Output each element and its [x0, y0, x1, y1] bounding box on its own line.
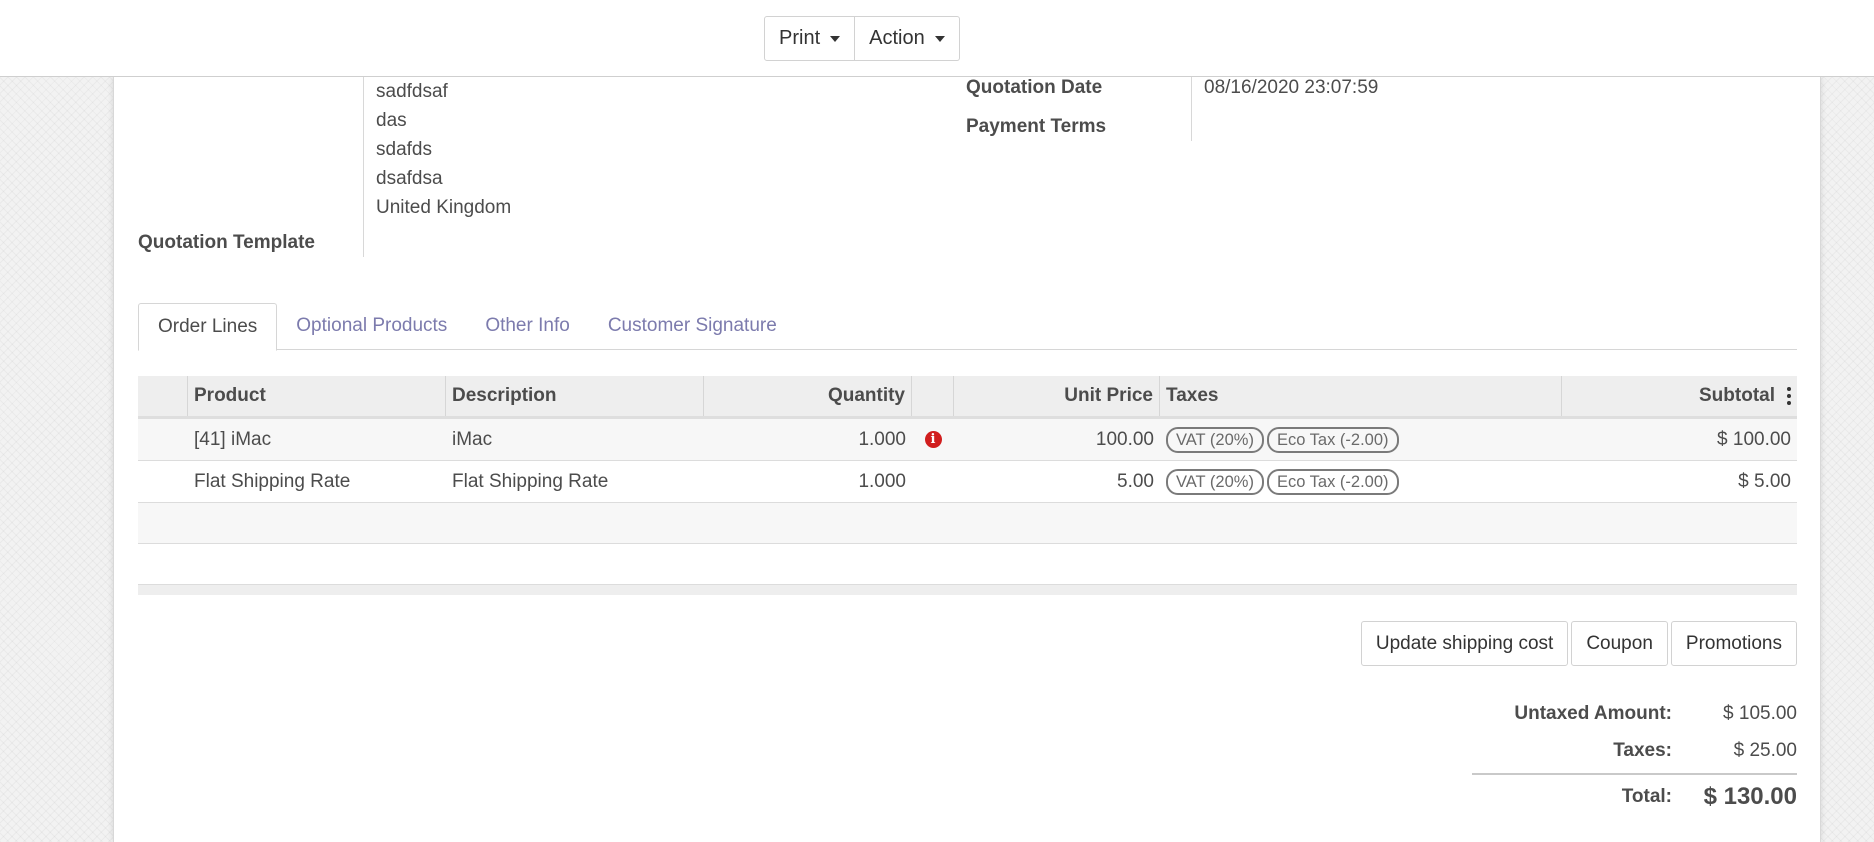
taxes-cell[interactable]: VAT (20%) Eco Tax (-2.00)	[1160, 468, 1562, 495]
empty-row	[138, 503, 1797, 544]
subtotal-cell: $ 100.00	[1717, 428, 1791, 450]
handle-column-header	[138, 376, 188, 416]
order-totals: Untaxed Amount: $ 105.00 Taxes: $ 25.00 …	[1472, 695, 1797, 818]
action-label: Action	[869, 27, 925, 49]
untaxed-amount-value: $ 105.00	[1723, 702, 1797, 724]
tab-other-info[interactable]: Other Info	[466, 303, 589, 351]
subtotal-header-label: Subtotal	[1699, 385, 1775, 406]
address-line: dsafdsa	[376, 168, 443, 189]
coupon-button[interactable]: Coupon	[1571, 621, 1668, 666]
total-value: $ 130.00	[1703, 782, 1797, 810]
subtotal-column-header[interactable]: Subtotal	[1562, 376, 1797, 416]
quotation-template-label: Quotation Template	[138, 232, 315, 253]
taxes-value: $ 25.00	[1733, 739, 1797, 761]
info-warning-icon[interactable]: i	[924, 431, 942, 448]
quantity-column-header[interactable]: Quantity	[704, 376, 912, 416]
form-sheet: sadfdsaf das sdafds dsafdsa United Kingd…	[113, 77, 1821, 842]
tax-tag: VAT (20%)	[1166, 426, 1264, 453]
quantity-cell[interactable]: 1.000	[704, 471, 912, 493]
toolbar-button-group: Print Action	[764, 16, 960, 61]
untaxed-amount-label: Untaxed Amount:	[1514, 702, 1672, 724]
unit-price-cell[interactable]: 5.00	[954, 471, 1160, 493]
tax-tag: Eco Tax (-2.00)	[1266, 426, 1399, 453]
taxes-cell[interactable]: VAT (20%) Eco Tax (-2.00)	[1160, 426, 1562, 453]
total-label: Total:	[1621, 785, 1672, 807]
taxes-label: Taxes:	[1613, 739, 1672, 761]
order-actions: Update shipping cost Coupon Promotions	[1360, 621, 1797, 666]
print-dropdown-button[interactable]: Print	[764, 16, 856, 61]
action-dropdown-button[interactable]: Action	[855, 16, 960, 61]
control-panel: Print Action	[0, 0, 1874, 77]
tab-order-lines[interactable]: Order Lines	[138, 303, 278, 351]
description-cell[interactable]: iMac	[446, 429, 704, 451]
product-cell[interactable]: [41] iMac	[188, 429, 446, 451]
description-cell[interactable]: Flat Shipping Rate	[446, 471, 704, 493]
address-line: das	[376, 110, 407, 131]
product-column-header[interactable]: Product	[188, 376, 446, 416]
update-shipping-cost-button[interactable]: Update shipping cost	[1360, 621, 1569, 666]
table-header: Product Description Quantity Unit Price …	[138, 376, 1797, 419]
unit-price-cell[interactable]: 100.00	[954, 429, 1160, 451]
table-row[interactable]: Flat Shipping Rate Flat Shipping Rate 1.…	[138, 461, 1797, 503]
print-label: Print	[779, 27, 821, 49]
description-column-header[interactable]: Description	[446, 376, 704, 416]
total-row: Total: $ 130.00	[1472, 775, 1797, 818]
taxes-column-header[interactable]: Taxes	[1160, 376, 1562, 416]
tab-optional-products[interactable]: Optional Products	[277, 303, 466, 351]
quantity-cell[interactable]: 1.000	[704, 429, 912, 451]
field-divider	[363, 77, 364, 257]
payment-terms-label: Payment Terms	[966, 116, 1107, 137]
quotation-date-value[interactable]: 08/16/2020 23:07:59	[1204, 77, 1378, 99]
customer-address: sadfdsaf das sdafds dsafdsa United Kingd…	[376, 77, 511, 222]
promotions-button[interactable]: Promotions	[1670, 621, 1797, 666]
field-divider	[1191, 77, 1192, 141]
tab-customer-signature[interactable]: Customer Signature	[589, 303, 796, 351]
table-footer	[138, 585, 1797, 595]
address-line: sdafds	[376, 139, 432, 160]
table-row[interactable]: [41] iMac iMac 1.000 i 100.00 VAT (20%) E…	[138, 419, 1797, 461]
warning-cell: i	[912, 431, 954, 448]
address-line: United Kingdom	[376, 197, 512, 218]
unit-price-column-header[interactable]: Unit Price	[954, 376, 1160, 416]
tax-tag: VAT (20%)	[1166, 468, 1264, 495]
subtotal-cell: $ 5.00	[1738, 470, 1791, 492]
untaxed-amount-row: Untaxed Amount: $ 105.00	[1472, 695, 1797, 732]
tax-tag: Eco Tax (-2.00)	[1266, 468, 1399, 495]
optional-columns-icon[interactable]	[1787, 387, 1791, 405]
address-line: sadfdsaf	[376, 81, 448, 102]
caret-down-icon	[830, 35, 841, 42]
notebook-tabs: Order Lines Optional Products Other Info…	[138, 303, 1797, 351]
order-lines-table: Product Description Quantity Unit Price …	[138, 376, 1797, 595]
caret-down-icon	[934, 35, 945, 42]
quotation-date-label: Quotation Date	[966, 77, 1103, 98]
product-cell[interactable]: Flat Shipping Rate	[188, 471, 446, 493]
taxes-row: Taxes: $ 25.00	[1472, 732, 1797, 769]
warning-column-header	[912, 376, 954, 416]
empty-row	[138, 544, 1797, 585]
